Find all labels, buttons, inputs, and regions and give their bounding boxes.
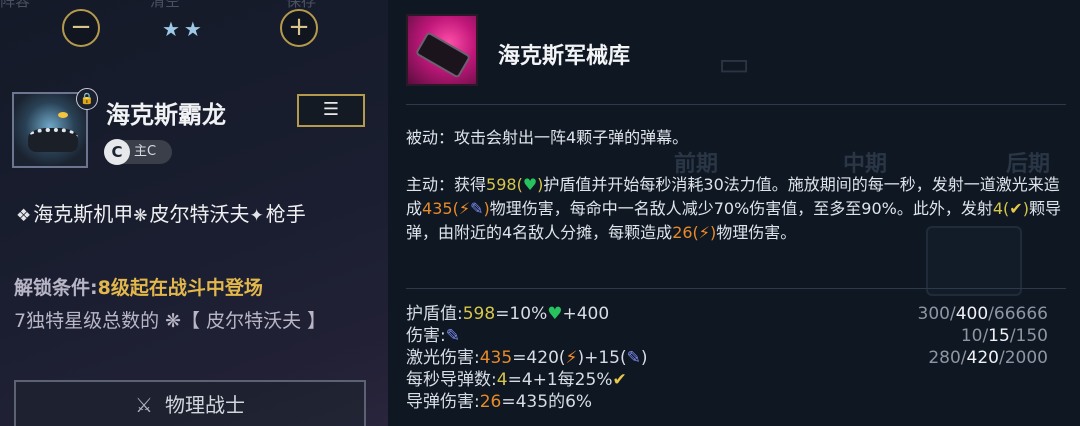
- piltover-trait-icon: ❋: [133, 206, 148, 226]
- stat-row-shield: 护盾值:598=10%♥+400 300/400/66666: [406, 304, 1048, 324]
- attack-damage-icon: ⚡: [698, 223, 711, 242]
- attack-damage-icon: ⚡: [565, 348, 578, 368]
- role-button[interactable]: ⚔ 物理战士: [14, 380, 366, 426]
- sword-icon: ⚔: [135, 393, 153, 417]
- list-icon: ☰: [322, 99, 340, 120]
- toolbar-lineup[interactable]: 阵容: [0, 0, 30, 11]
- item-tooltip: ▭ 前期 中期 后期 海克斯军械库 被动：攻击会射出一阵4颗子弹的弹幕。 主动：…: [388, 0, 1080, 426]
- stat-row-damage: 伤害:✎ 10/15/150: [406, 326, 1048, 346]
- details-list-button[interactable]: ☰: [297, 94, 365, 127]
- star-decrease-button[interactable]: −: [62, 9, 100, 47]
- ability-power-icon: ✎: [470, 199, 484, 218]
- divider: [406, 104, 1066, 105]
- role-badge: C 主C: [104, 139, 172, 165]
- attack-speed-icon: ✔: [1009, 199, 1023, 218]
- unlock-description: 7独特星级总数的 ❋【 皮尔特沃夫 】: [14, 310, 327, 332]
- attack-speed-icon: ✔: [612, 370, 627, 390]
- item-title: 海克斯军械库: [498, 44, 631, 69]
- stat-row-missile-count: 每秒导弹数:4=4+1每25%✔: [406, 370, 627, 390]
- trait-label[interactable]: 枪手: [266, 202, 306, 226]
- stat-row-laser: 激光伤害:435=420(⚡)+15(✎) 280/420/2000: [406, 348, 1048, 368]
- stat-row-missile-damage: 导弹伤害:26=435的6%: [406, 392, 593, 412]
- document-icon: ▭: [718, 44, 751, 84]
- divider: [406, 288, 1066, 289]
- passive-text: 被动：攻击会射出一阵4颗子弹的弹幕。: [406, 128, 689, 147]
- ability-power-icon: ✎: [445, 326, 460, 346]
- trait-list: ❖ 海克斯机甲❋ 皮尔特沃夫✦ 枪手: [16, 198, 306, 227]
- active-text: 主动：获得598(♥)护盾值并开始每秒消耗30法力值。施放期间的每一秒，发射一道…: [406, 175, 1061, 242]
- hex-mech-trait-icon: ❖: [16, 206, 32, 226]
- gunner-trait-icon: ✦: [249, 206, 264, 226]
- stats-table: 护盾值:598=10%♥+400 300/400/66666 伤害:✎ 10/1…: [406, 303, 1066, 413]
- star-increase-button[interactable]: +: [280, 9, 318, 47]
- trait-label[interactable]: 皮尔特沃夫: [150, 202, 250, 226]
- heart-icon: ♥: [547, 304, 563, 324]
- ability-power-icon: ✎: [626, 348, 641, 368]
- unlock-condition: 解锁条件:8级起在战斗中登场: [14, 277, 263, 299]
- shield-heart-icon: ♥: [522, 175, 538, 194]
- trait-label[interactable]: 海克斯机甲: [33, 202, 133, 226]
- unlock-highlight: 8级起在战斗中登场: [97, 277, 263, 299]
- unit-panel: 阵容 清空 保存 − ★★ + 🔒 海克斯霸龙 ☰ C 主C ❖ 海克斯机甲❋ 皮尔…: [0, 0, 388, 426]
- toolbar-clear[interactable]: 清空: [150, 0, 180, 11]
- role-badge-label: 主C: [134, 144, 157, 159]
- star-level: ★★: [162, 17, 206, 41]
- carry-icon: C: [104, 139, 130, 165]
- hex-armory-icon: [406, 14, 478, 86]
- role-button-label: 物理战士: [164, 393, 245, 417]
- unit-name: 海克斯霸龙: [106, 101, 226, 129]
- top-toolbar: 阵容 清空 保存: [0, 0, 388, 11]
- lock-icon[interactable]: 🔒: [76, 88, 98, 110]
- attack-damage-icon: ⚡: [458, 199, 471, 218]
